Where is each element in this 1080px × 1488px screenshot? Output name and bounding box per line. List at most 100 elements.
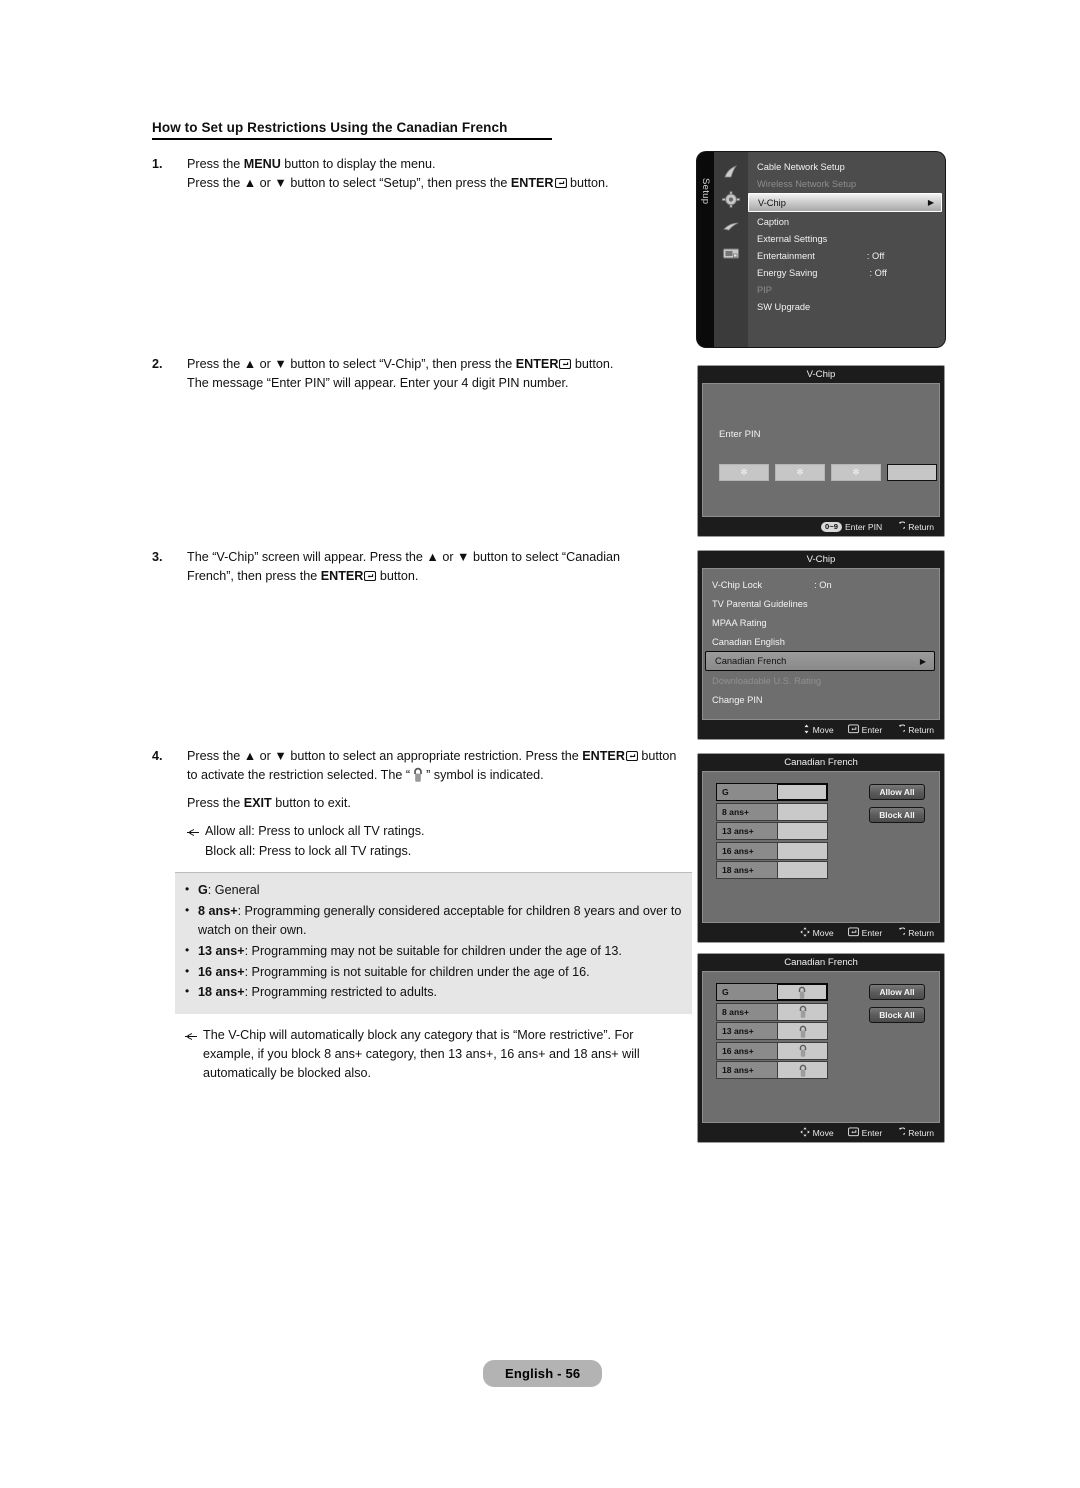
- rating-lock-cell[interactable]: [778, 983, 828, 1001]
- menu-item-sw-upgrade[interactable]: SW Upgrade: [748, 298, 945, 315]
- menu-item-pip[interactable]: PIP: [748, 281, 945, 298]
- rating-row-18-ans[interactable]: 18 ans+: [716, 1061, 828, 1079]
- dialog-footer: Move Enter Return: [698, 1123, 944, 1142]
- rating-lock-cell[interactable]: [778, 822, 828, 840]
- block-all-button[interactable]: Block All: [869, 1007, 925, 1023]
- rating-label: G: [716, 783, 778, 801]
- vchip-item-mpaa-rating[interactable]: MPAA Rating: [703, 613, 939, 632]
- rating-row-g[interactable]: G: [716, 983, 828, 1001]
- rating-label: 8 ans+: [716, 1002, 778, 1021]
- allow-all-button[interactable]: Allow All: [869, 784, 925, 800]
- rating-lock-cell[interactable]: [778, 1041, 828, 1060]
- legend-item: 16 ans+: Programming is not suitable for…: [185, 962, 682, 982]
- rating-lock-cell[interactable]: [778, 1022, 828, 1040]
- vchip-item-label: Canadian English: [712, 636, 785, 647]
- enter-button-keyword: ENTER: [510, 176, 554, 191]
- osd-vchip-dialog: V-Chip V-Chip Lock: On TV Parental Guide…: [697, 550, 945, 740]
- menu-item-energy-saving[interactable]: Energy Saving: Off: [748, 264, 945, 281]
- enter-icon: [625, 750, 638, 762]
- menu-item-label: External Settings: [757, 233, 828, 244]
- vchip-item-v-chip-lock[interactable]: V-Chip Lock: On: [703, 575, 939, 594]
- step-2-text-c: button.: [571, 357, 614, 371]
- allow-all-button[interactable]: Allow All: [869, 984, 925, 1000]
- rating-label: 13 ans+: [716, 1022, 778, 1040]
- menu-item-label: Caption: [757, 216, 790, 227]
- dialog-footer: Move Enter Return: [698, 720, 944, 739]
- rating-row-13-ans[interactable]: 13 ans+: [716, 1022, 828, 1040]
- pin-input-group[interactable]: ✻ ✻ ✻: [719, 464, 937, 481]
- step-2-line-1: Press the ▲ or ▼ button to select “V-Chi…: [187, 355, 692, 374]
- rating-lock-cell[interactable]: [778, 783, 828, 801]
- vchip-item-canadian-english[interactable]: Canadian English: [703, 632, 939, 651]
- enter-icon: [847, 926, 859, 939]
- vchip-item-label: V-Chip Lock: [712, 579, 763, 590]
- menu-item-label: Wireless Network Setup: [757, 178, 857, 189]
- menu-item-label: Cable Network Setup: [757, 161, 845, 172]
- input-icon: [721, 245, 741, 262]
- block-all-note: Block all: Press to lock all TV ratings.: [205, 843, 412, 858]
- footer-label: Move: [812, 1127, 834, 1138]
- rating-row-g[interactable]: G: [716, 783, 828, 801]
- pin-digit-2[interactable]: ✻: [775, 464, 825, 481]
- rating-lock-cell[interactable]: [778, 861, 828, 879]
- legend-desc: : Programming generally considered accep…: [198, 903, 682, 937]
- footer-return: Return: [896, 521, 934, 532]
- dialog-body: G 8 ans+ 13 ans+ 16 ans+ 18 ans+ Allow A…: [702, 971, 940, 1123]
- pin-digit-1[interactable]: ✻: [719, 464, 769, 481]
- enter-icon: [847, 723, 859, 736]
- footer-label: Enter: [861, 724, 883, 735]
- menu-item-label: Energy Saving: [757, 267, 818, 278]
- step-4-number: 4.: [152, 749, 163, 763]
- menu-item-caption[interactable]: Caption: [748, 213, 945, 230]
- rating-label: 16 ans+: [716, 841, 778, 860]
- rating-row-16-ans[interactable]: 16 ans+: [716, 1041, 828, 1060]
- step-3-line-1: The “V-Chip” screen will appear. Press t…: [187, 548, 667, 586]
- step-1-line-2: Press the ▲ or ▼ button to select “Setup…: [187, 174, 692, 193]
- menu-item-cable-network-setup[interactable]: Cable Network Setup: [748, 158, 945, 175]
- footer-enter: Enter: [847, 1126, 882, 1139]
- menu-item-external-settings[interactable]: External Settings: [748, 230, 945, 247]
- step-4-line-1: Press the ▲ or ▼ button to select an app…: [187, 747, 687, 785]
- menu-item-label: V-Chip: [758, 197, 786, 208]
- rating-row-13-ans[interactable]: 13 ans+: [716, 822, 828, 840]
- rating-lock-cell[interactable]: [778, 802, 828, 821]
- footer-move: Move: [799, 926, 834, 939]
- step-1-text-d: Press the ▲ or ▼ button to select “Setup…: [187, 176, 511, 191]
- footer-label: Return: [908, 521, 934, 532]
- rating-label: G: [716, 983, 778, 1001]
- footer-label: Move: [812, 927, 834, 938]
- step-1-text-c: button to display the menu.: [280, 157, 436, 171]
- rating-lock-cell[interactable]: [778, 1002, 828, 1021]
- dialog-title: V-Chip: [698, 551, 944, 568]
- vchip-item-canadian-french[interactable]: Canadian French ▶: [705, 651, 935, 671]
- vchip-item-tv-parental-guidelines[interactable]: TV Parental Guidelines: [703, 594, 939, 613]
- step-1-text-e: button.: [566, 176, 609, 191]
- menu-item-entertainment[interactable]: Entertainment: Off: [748, 247, 945, 264]
- legend-desc: : Programming may not be suitable for ch…: [244, 943, 622, 958]
- rating-lock-cell[interactable]: [778, 841, 828, 860]
- menu-item-v-chip[interactable]: V-Chip ▶: [748, 193, 942, 212]
- return-icon: [896, 1127, 907, 1138]
- footer-label: Enter: [861, 927, 883, 938]
- vchip-item-downloadable-us-rating[interactable]: Downloadable U.S. Rating: [703, 671, 939, 690]
- step-2-line-2: The message “Enter PIN” will appear. Ent…: [187, 376, 569, 391]
- rating-row-18-ans[interactable]: 18 ans+: [716, 861, 828, 879]
- numeric-keys-icon: 0~9: [821, 521, 842, 532]
- rating-row-8-ans[interactable]: 8 ans+: [716, 802, 828, 821]
- legend-term: 13 ans+: [198, 943, 245, 958]
- rating-row-16-ans[interactable]: 16 ans+: [716, 841, 828, 860]
- rating-lock-cell[interactable]: [778, 1061, 828, 1079]
- step-3-number: 3.: [152, 550, 163, 564]
- rating-label: 18 ans+: [716, 861, 778, 879]
- page-number-badge: English - 56: [483, 1360, 603, 1387]
- rating-label: 8 ans+: [716, 802, 778, 821]
- vchip-item-change-pin[interactable]: Change PIN: [703, 690, 939, 709]
- pin-digit-4[interactable]: [887, 464, 937, 481]
- rating-row-8-ans[interactable]: 8 ans+: [716, 1002, 828, 1021]
- move-updown-icon: [803, 723, 810, 736]
- menu-item-wireless-network-setup[interactable]: Wireless Network Setup: [748, 175, 945, 192]
- block-all-button[interactable]: Block All: [869, 807, 925, 823]
- pin-digit-3[interactable]: ✻: [831, 464, 881, 481]
- step-4-note: Allow all: Press to unlock all TV rating…: [187, 822, 687, 860]
- lock-icon: [798, 1044, 808, 1057]
